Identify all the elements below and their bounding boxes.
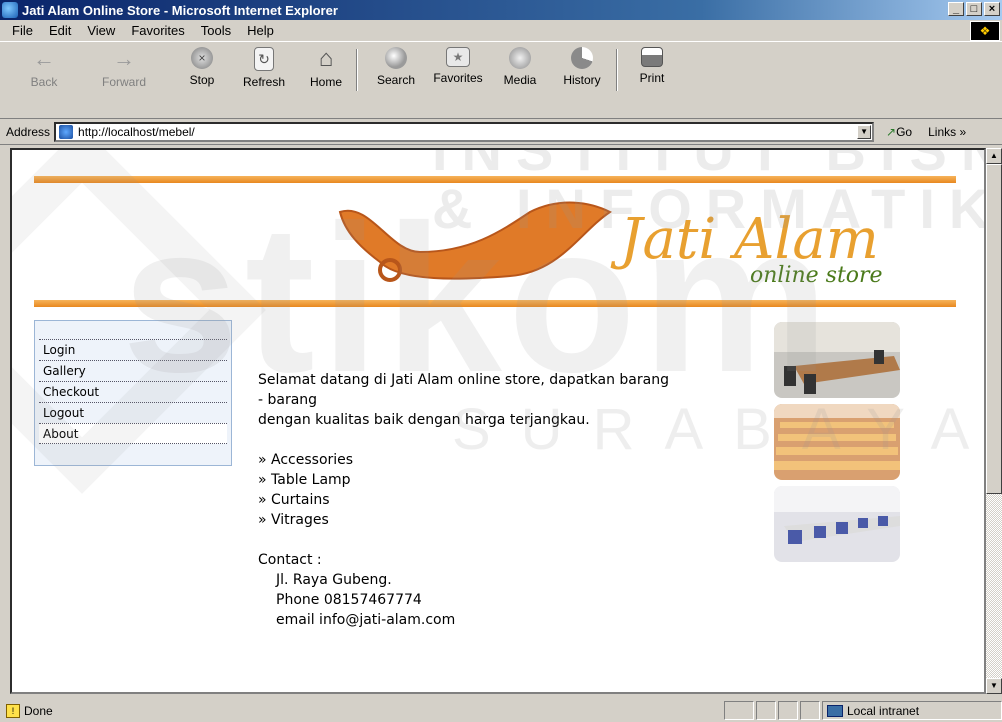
status-zone-label: Local intranet — [847, 703, 920, 718]
toolbar-separator — [616, 49, 618, 91]
home-button[interactable]: ⌂ Home — [298, 45, 354, 90]
contact-label: Contact : — [258, 552, 322, 568]
search-button[interactable]: Search — [368, 47, 424, 87]
search-icon — [385, 47, 407, 69]
menu-checkout[interactable]: Checkout — [39, 381, 227, 402]
product-photo-classroom — [774, 486, 900, 562]
history-button[interactable]: History — [554, 47, 610, 87]
refresh-icon: ↻ — [254, 47, 274, 71]
welcome-line-1: Selamat datang di Jati Alam online store… — [258, 372, 669, 388]
status-panel — [756, 701, 776, 720]
status-panel — [778, 701, 798, 720]
scroll-up-icon[interactable]: ▲ — [986, 148, 1002, 164]
product-link-curtains[interactable]: » Curtains — [258, 490, 758, 510]
print-button[interactable]: Print — [624, 47, 680, 85]
close-button[interactable]: × — [984, 2, 1000, 16]
media-icon — [509, 47, 531, 69]
print-label: Print — [639, 71, 665, 85]
welcome-line-2: - barang — [258, 392, 318, 408]
stop-button[interactable]: × Stop — [174, 47, 230, 87]
printer-icon — [641, 47, 663, 67]
go-arrow-icon: ↗ — [886, 125, 897, 139]
status-panel — [724, 701, 754, 720]
refresh-button[interactable]: ↻ Refresh — [236, 47, 292, 89]
menu-logout[interactable]: Logout — [39, 402, 227, 423]
back-arrow-icon: ← — [33, 46, 55, 71]
media-button[interactable]: Media — [492, 47, 548, 87]
back-label: Back — [30, 75, 58, 89]
status-text: Done — [24, 703, 53, 718]
warning-icon: ! — [6, 703, 20, 718]
main-content: Selamat datang di Jati Alam online store… — [258, 370, 758, 630]
menu-gallery[interactable]: Gallery — [39, 360, 227, 381]
toolbar-separator — [356, 49, 358, 91]
address-input[interactable]: http://localhost/mebel/ ▼ — [54, 122, 875, 142]
header-top-line — [34, 176, 956, 183]
status-done: ! Done — [0, 703, 53, 718]
favorites-button[interactable]: ★ Favorites — [430, 47, 486, 85]
logo-tagline: online store — [750, 263, 883, 288]
product-photo-auditorium — [774, 404, 900, 480]
maximize-button[interactable]: □ — [966, 2, 982, 16]
menu-about[interactable]: About — [39, 423, 227, 444]
forward-arrow-icon: → — [113, 46, 135, 71]
vertical-scrollbar[interactable]: ▲ ▼ — [986, 148, 1002, 694]
go-button[interactable]: ↗Go — [886, 125, 912, 139]
address-label: Address — [6, 125, 51, 139]
intranet-icon — [827, 704, 843, 717]
refresh-label: Refresh — [242, 75, 286, 89]
contact-phone: Phone 08157467774 — [276, 592, 422, 608]
side-menu: Login Gallery Checkout Logout About — [34, 320, 232, 466]
browser-viewport: Jati Alam online store Login Gallery Che… — [10, 148, 986, 694]
window-title: Jati Alam Online Store - Microsoft Inter… — [22, 2, 338, 18]
home-icon: ⌂ — [318, 45, 334, 72]
menu-view[interactable]: View — [79, 23, 123, 38]
minimize-button[interactable]: _ — [948, 2, 964, 16]
go-label: Go — [896, 125, 913, 139]
chevron-down-icon[interactable]: ▼ — [857, 125, 872, 139]
history-icon — [571, 47, 593, 69]
product-photo-conference-room — [774, 322, 900, 398]
scroll-down-icon[interactable]: ▼ — [986, 678, 1002, 694]
address-url: http://localhost/mebel/ — [78, 125, 195, 139]
menu-edit[interactable]: Edit — [41, 23, 79, 38]
forward-button[interactable]: → Forward — [96, 46, 152, 90]
search-label: Search — [376, 73, 416, 87]
stop-icon: × — [191, 47, 213, 69]
status-panel — [800, 701, 820, 720]
toolbar: ← Back → Forward × Stop ↻ Refresh ⌂ Home… — [0, 43, 1002, 119]
jati-alam-logo: Jati Alam online store — [338, 201, 883, 288]
product-link-vitrages[interactable]: » Vitrages — [258, 510, 758, 530]
history-label: History — [563, 73, 601, 87]
product-link-table-lamp[interactable]: » Table Lamp — [258, 470, 758, 490]
contact-email: email info@jati-alam.com — [276, 612, 456, 628]
ie-logo-icon — [2, 2, 18, 18]
favorites-icon: ★ — [446, 47, 470, 67]
stop-label: Stop — [189, 73, 215, 87]
links-button[interactable]: Links » — [928, 125, 966, 139]
menu-favorites[interactable]: Favorites — [123, 23, 192, 38]
scroll-thumb[interactable] — [986, 164, 1002, 494]
menu-tools[interactable]: Tools — [193, 23, 239, 38]
menu-help[interactable]: Help — [239, 23, 282, 38]
back-button[interactable]: ← Back — [16, 46, 72, 90]
page-icon — [59, 125, 74, 139]
window-title-bar: Jati Alam Online Store - Microsoft Inter… — [0, 0, 1002, 20]
status-bar: ! Done Local intranet — [0, 699, 1002, 722]
menu-login[interactable]: Login — [39, 339, 227, 360]
status-zone: Local intranet — [822, 701, 1002, 720]
favorites-label: Favorites — [433, 71, 483, 85]
home-label: Home — [309, 75, 342, 89]
forward-label: Forward — [101, 75, 146, 89]
header-bottom-line — [34, 300, 956, 307]
product-link-accessories[interactable]: » Accessories — [258, 450, 758, 470]
contact-address: Jl. Raya Gubeng. — [276, 572, 392, 588]
windows-logo-icon: ❖ — [970, 21, 1000, 41]
address-bar: Address http://localhost/mebel/ ▼ ↗Go Li… — [0, 120, 1002, 145]
media-label: Media — [503, 73, 537, 87]
menu-file[interactable]: File — [4, 23, 41, 38]
welcome-line-3: dengan kualitas baik dengan harga terjan… — [258, 412, 590, 428]
menu-bar: File Edit View Favorites Tools Help — [0, 20, 1002, 42]
